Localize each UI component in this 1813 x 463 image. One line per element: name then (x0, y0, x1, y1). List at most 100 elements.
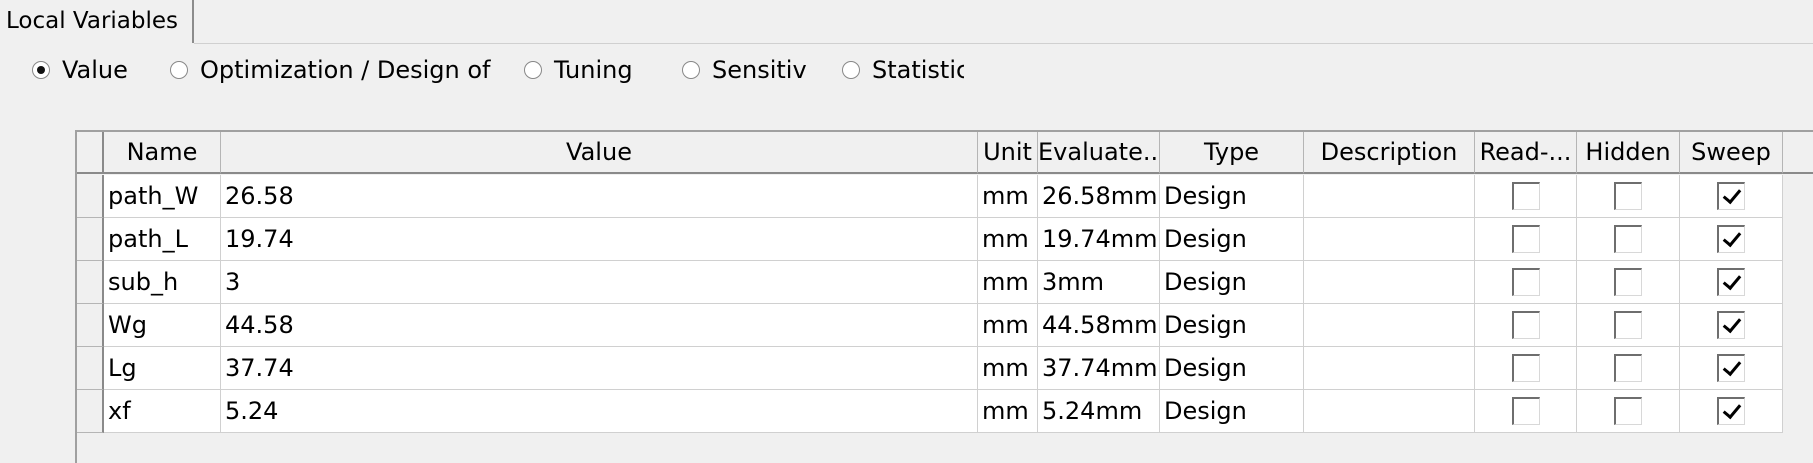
cell-value[interactable]: 19.74 (221, 218, 978, 261)
table-row[interactable]: path_L 19.74 mm 19.74mm Design (77, 218, 1813, 261)
row-header[interactable] (77, 218, 104, 261)
cell-type: Design (1160, 304, 1304, 347)
read-only-checkbox[interactable] (1511, 397, 1540, 425)
cell-hidden (1577, 390, 1680, 433)
table-row[interactable]: Wg 44.58 mm 44.58mm Design (77, 304, 1813, 347)
cell-sweep (1680, 261, 1783, 304)
radio-button[interactable] (524, 61, 542, 79)
sweep-checkbox[interactable] (1717, 354, 1745, 382)
hidden-checkbox[interactable] (1614, 225, 1642, 253)
radio-optimization[interactable]: Optimization / Design of (170, 48, 522, 92)
cell-type: Design (1160, 218, 1304, 261)
cell-value[interactable]: 44.58 (221, 304, 978, 347)
cell-name[interactable]: Wg (104, 304, 221, 347)
header-filler (1783, 132, 1813, 174)
hidden-checkbox[interactable] (1614, 354, 1642, 382)
column-header-name[interactable]: Name (104, 132, 221, 174)
column-header-value[interactable]: Value (221, 132, 978, 174)
radio-value[interactable]: Value (32, 48, 152, 92)
cell-value[interactable]: 37.74 (221, 347, 978, 390)
cell-evaluated: 5.24mm (1038, 390, 1160, 433)
sweep-checkbox[interactable] (1717, 182, 1745, 210)
cell-description[interactable] (1304, 261, 1475, 304)
cell-sweep (1680, 390, 1783, 433)
cell-sweep (1680, 304, 1783, 347)
cell-name[interactable]: path_L (104, 218, 221, 261)
radio-button-checked[interactable] (32, 61, 50, 79)
hidden-checkbox[interactable] (1614, 397, 1642, 425)
read-only-checkbox[interactable] (1511, 354, 1540, 382)
table-row[interactable]: sub_h 3 mm 3mm Design (77, 261, 1813, 304)
tab-local-variables[interactable]: Local Variables (0, 0, 194, 43)
row-header[interactable] (77, 261, 104, 304)
cell-name[interactable]: path_W (104, 175, 221, 218)
column-header-description[interactable]: Description (1304, 132, 1475, 174)
cell-type: Design (1160, 261, 1304, 304)
cell-unit[interactable]: mm (978, 390, 1038, 433)
radio-label: Sensitiv (712, 56, 806, 84)
sweep-checkbox[interactable] (1717, 225, 1745, 253)
cell-description[interactable] (1304, 347, 1475, 390)
cell-unit[interactable]: mm (978, 261, 1038, 304)
cell-unit[interactable]: mm (978, 347, 1038, 390)
sweep-checkbox[interactable] (1717, 397, 1745, 425)
cell-description[interactable] (1304, 218, 1475, 261)
column-header-type[interactable]: Type (1160, 132, 1304, 174)
local-variables-panel: Local Variables Value Optimization / Des… (0, 0, 1813, 463)
read-only-checkbox[interactable] (1511, 182, 1540, 210)
table-row[interactable]: path_W 26.58 mm 26.58mm Design (77, 175, 1813, 218)
row-header[interactable] (77, 175, 104, 218)
cell-type: Design (1160, 347, 1304, 390)
cell-read-only (1475, 218, 1577, 261)
cell-sweep (1680, 175, 1783, 218)
hidden-checkbox[interactable] (1614, 311, 1642, 339)
radio-button[interactable] (682, 61, 700, 79)
radio-sensitivity[interactable]: Sensitiv (682, 48, 806, 92)
row-header[interactable] (77, 390, 104, 433)
radio-label: Tuning (554, 56, 633, 84)
hidden-checkbox[interactable] (1614, 182, 1642, 210)
column-header-evaluated[interactable]: Evaluate... (1038, 132, 1160, 174)
mode-radio-group: Value Optimization / Design of Tuning Se… (0, 48, 1813, 92)
read-only-checkbox[interactable] (1511, 311, 1540, 339)
cell-description[interactable] (1304, 304, 1475, 347)
radio-button[interactable] (842, 61, 860, 79)
cell-description[interactable] (1304, 175, 1475, 218)
row-header[interactable] (77, 304, 104, 347)
cell-unit[interactable]: mm (978, 218, 1038, 261)
cell-evaluated: 44.58mm (1038, 304, 1160, 347)
cell-value[interactable]: 3 (221, 261, 978, 304)
cell-read-only (1475, 390, 1577, 433)
column-header-sweep[interactable]: Sweep (1680, 132, 1783, 174)
row-header[interactable] (77, 347, 104, 390)
hidden-checkbox[interactable] (1614, 268, 1642, 296)
column-header-read-only[interactable]: Read-... (1475, 132, 1577, 174)
table-row[interactable]: xf 5.24 mm 5.24mm Design (77, 390, 1813, 433)
radio-button[interactable] (170, 61, 188, 79)
cell-name[interactable]: xf (104, 390, 221, 433)
read-only-checkbox[interactable] (1511, 225, 1540, 253)
radio-tuning[interactable]: Tuning (524, 48, 674, 92)
cell-value[interactable]: 5.24 (221, 390, 978, 433)
cell-description[interactable] (1304, 390, 1475, 433)
grid-header: Name Value Unit Evaluate... Type Descrip… (77, 132, 1813, 175)
cell-value[interactable]: 26.58 (221, 175, 978, 218)
column-header-hidden[interactable]: Hidden (1577, 132, 1680, 174)
grid-empty-area[interactable] (77, 433, 1813, 463)
tab-divider (194, 43, 1813, 44)
table-row[interactable]: Lg 37.74 mm 37.74mm Design (77, 347, 1813, 390)
cell-name[interactable]: sub_h (104, 261, 221, 304)
cell-name[interactable]: Lg (104, 347, 221, 390)
radio-statistics[interactable]: Statistic (842, 48, 964, 92)
sweep-checkbox[interactable] (1717, 311, 1745, 339)
cell-evaluated: 3mm (1038, 261, 1160, 304)
cell-sweep (1680, 218, 1783, 261)
column-header-unit[interactable]: Unit (978, 132, 1038, 174)
cell-evaluated: 19.74mm (1038, 218, 1160, 261)
cell-unit[interactable]: mm (978, 175, 1038, 218)
radio-label: Value (62, 56, 128, 84)
read-only-checkbox[interactable] (1511, 268, 1540, 296)
cell-sweep (1680, 347, 1783, 390)
cell-unit[interactable]: mm (978, 304, 1038, 347)
sweep-checkbox[interactable] (1717, 268, 1745, 296)
